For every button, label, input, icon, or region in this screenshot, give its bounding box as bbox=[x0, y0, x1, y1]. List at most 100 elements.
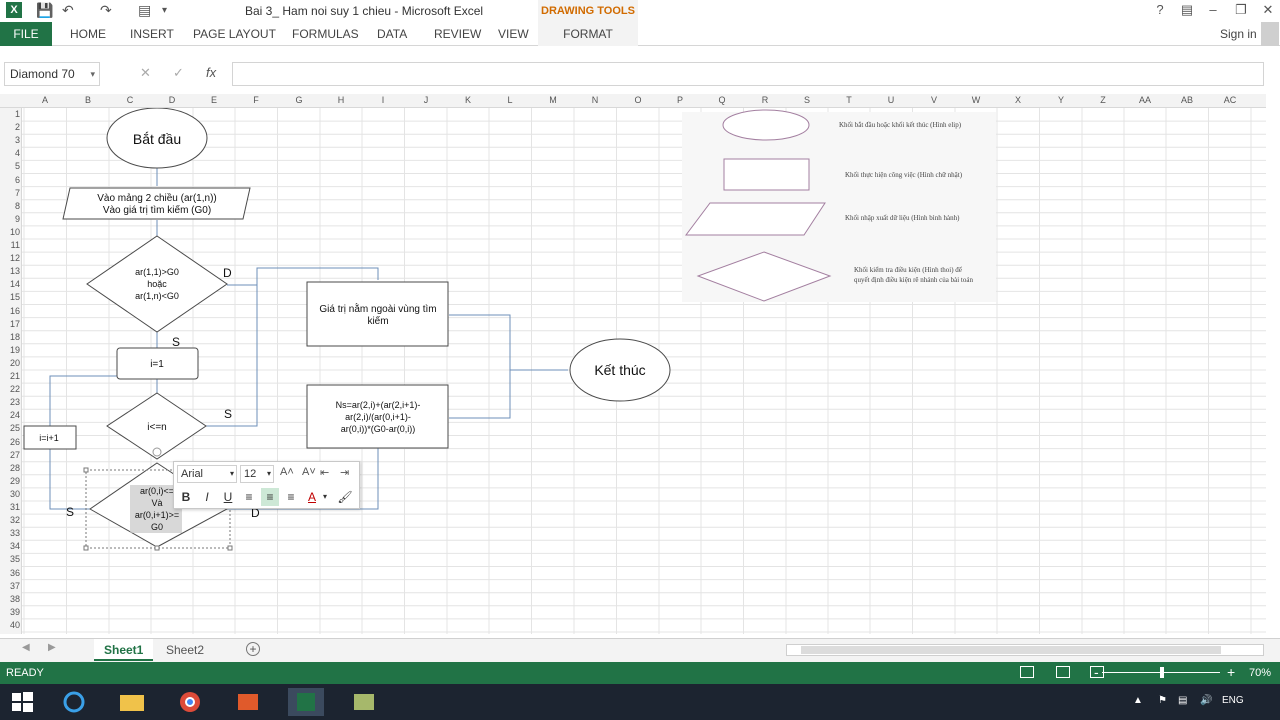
format-painter-icon[interactable]: 🖌 bbox=[336, 488, 354, 506]
row-header[interactable]: 35 bbox=[0, 554, 20, 564]
row-header[interactable]: 6 bbox=[0, 175, 20, 185]
zoom-in-icon[interactable]: + bbox=[1227, 664, 1235, 680]
column-header[interactable]: R bbox=[750, 95, 780, 105]
column-header[interactable]: G bbox=[284, 95, 314, 105]
help-icon[interactable]: ? bbox=[1150, 2, 1170, 17]
chevron-down-icon[interactable]: ▾ bbox=[230, 466, 234, 482]
scrollbar-thumb[interactable] bbox=[801, 646, 1221, 654]
column-header[interactable]: E bbox=[199, 95, 229, 105]
column-header[interactable]: C bbox=[115, 95, 145, 105]
enter-icon[interactable]: ✓ bbox=[173, 65, 184, 81]
zoom-slider-thumb[interactable] bbox=[1160, 667, 1164, 678]
notes-app-icon[interactable] bbox=[346, 688, 382, 716]
row-header[interactable]: 1 bbox=[0, 109, 20, 119]
sheet-tab-sheet1[interactable]: Sheet1 bbox=[94, 639, 154, 661]
page-layout-view-icon[interactable] bbox=[1056, 666, 1070, 678]
row-header[interactable]: 34 bbox=[0, 541, 20, 551]
minimize-icon[interactable]: – bbox=[1203, 2, 1223, 17]
tray-lang-label[interactable]: ENG bbox=[1222, 695, 1244, 706]
normal-view-icon[interactable] bbox=[1020, 666, 1034, 678]
column-header[interactable]: F bbox=[241, 95, 271, 105]
tray-network-icon[interactable]: ▤ bbox=[1178, 695, 1187, 706]
row-header[interactable]: 32 bbox=[0, 515, 20, 525]
column-header[interactable]: J bbox=[411, 95, 441, 105]
row-header[interactable]: 28 bbox=[0, 463, 20, 473]
name-box[interactable]: Diamond 70 ▾ bbox=[4, 62, 100, 86]
print-preview-icon[interactable]: ▤ bbox=[138, 2, 151, 19]
close-icon[interactable]: ✕ bbox=[1258, 2, 1278, 18]
tray-flag-icon[interactable]: ⚑ bbox=[1158, 695, 1167, 706]
row-header[interactable]: 37 bbox=[0, 581, 20, 591]
decrease-indent-icon[interactable]: ⇤ bbox=[320, 466, 329, 479]
column-header[interactable]: X bbox=[1003, 95, 1033, 105]
column-header[interactable]: Z bbox=[1088, 95, 1118, 105]
row-header[interactable]: 25 bbox=[0, 423, 20, 433]
row-header[interactable]: 12 bbox=[0, 253, 20, 263]
font-size-select[interactable]: 12 ▾ bbox=[240, 465, 274, 483]
row-header[interactable]: 27 bbox=[0, 450, 20, 460]
resize-handle-br[interactable] bbox=[227, 545, 233, 551]
connector-outside-end[interactable] bbox=[449, 314, 568, 371]
column-header[interactable]: AB bbox=[1172, 95, 1202, 105]
redo-icon[interactable]: ↷ bbox=[100, 2, 112, 19]
shrink-font-icon[interactable]: A˅ bbox=[302, 466, 316, 478]
ribbon-display-icon[interactable]: ▤ bbox=[1177, 2, 1197, 18]
connector-formula-end[interactable] bbox=[449, 370, 511, 419]
row-header[interactable]: 38 bbox=[0, 594, 20, 604]
row-header[interactable]: 23 bbox=[0, 397, 20, 407]
font-color-button[interactable]: A bbox=[303, 488, 321, 506]
row-header[interactable]: 11 bbox=[0, 240, 20, 250]
tab-home[interactable]: HOME bbox=[70, 27, 106, 41]
row-header[interactable]: 22 bbox=[0, 384, 20, 394]
increase-indent-icon[interactable]: ⇥ bbox=[340, 466, 349, 479]
tab-review[interactable]: REVIEW bbox=[434, 27, 481, 41]
avatar[interactable] bbox=[1261, 22, 1279, 46]
row-header[interactable]: 19 bbox=[0, 345, 20, 355]
column-header[interactable]: S bbox=[792, 95, 822, 105]
tab-file[interactable]: FILE bbox=[0, 22, 52, 46]
tab-page-layout[interactable]: PAGE LAYOUT bbox=[193, 27, 276, 41]
excel-app-icon[interactable]: X bbox=[6, 2, 22, 18]
row-header[interactable]: 16 bbox=[0, 306, 20, 316]
row-header[interactable]: 10 bbox=[0, 227, 20, 237]
column-header[interactable]: K bbox=[453, 95, 483, 105]
horizontal-scrollbar[interactable] bbox=[786, 644, 1264, 656]
row-header[interactable]: 3 bbox=[0, 135, 20, 145]
column-header[interactable]: Y bbox=[1046, 95, 1076, 105]
chevron-down-icon[interactable]: ▾ bbox=[320, 488, 330, 506]
column-header[interactable]: A bbox=[30, 95, 60, 105]
row-header[interactable]: 13 bbox=[0, 266, 20, 276]
tray-arrow-icon[interactable]: ▲ bbox=[1133, 695, 1143, 706]
column-header[interactable]: U bbox=[876, 95, 906, 105]
legend-parallelogram-shape[interactable] bbox=[685, 202, 826, 236]
zoom-level[interactable]: 70% bbox=[1249, 667, 1271, 679]
column-header[interactable]: AC bbox=[1215, 95, 1245, 105]
row-header[interactable]: 7 bbox=[0, 188, 20, 198]
row-header[interactable]: 29 bbox=[0, 476, 20, 486]
column-header[interactable]: P bbox=[665, 95, 695, 105]
internet-explorer-icon[interactable] bbox=[56, 688, 92, 716]
italic-button[interactable]: I bbox=[198, 488, 216, 506]
undo-icon[interactable]: ↶ bbox=[62, 2, 74, 19]
column-header[interactable]: I bbox=[368, 95, 398, 105]
column-header[interactable]: O bbox=[623, 95, 653, 105]
sheet-prev-icon[interactable]: ◀ bbox=[22, 642, 30, 653]
row-header[interactable]: 8 bbox=[0, 201, 20, 211]
bold-button[interactable]: B bbox=[177, 488, 195, 506]
formula-input[interactable] bbox=[232, 62, 1264, 86]
grow-font-icon[interactable]: A˄ bbox=[280, 466, 294, 478]
row-header[interactable]: 40 bbox=[0, 620, 20, 630]
worksheet-canvas[interactable]: Khối bắt đầu hoặc khối kết thúc (Hình el… bbox=[22, 108, 1266, 634]
align-right-icon[interactable]: ≡ bbox=[282, 488, 300, 506]
tab-format[interactable]: FORMAT bbox=[538, 22, 638, 46]
column-header[interactable]: N bbox=[580, 95, 610, 105]
resize-handle-tl[interactable] bbox=[83, 467, 89, 473]
resize-handle-b[interactable] bbox=[154, 545, 160, 551]
row-header[interactable]: 24 bbox=[0, 410, 20, 420]
excel-taskbar-icon[interactable] bbox=[288, 688, 324, 716]
chevron-down-icon[interactable]: ▾ bbox=[90, 63, 95, 85]
column-header[interactable]: M bbox=[538, 95, 568, 105]
column-header[interactable]: L bbox=[495, 95, 525, 105]
file-explorer-icon[interactable] bbox=[114, 688, 150, 716]
row-header[interactable]: 15 bbox=[0, 292, 20, 302]
